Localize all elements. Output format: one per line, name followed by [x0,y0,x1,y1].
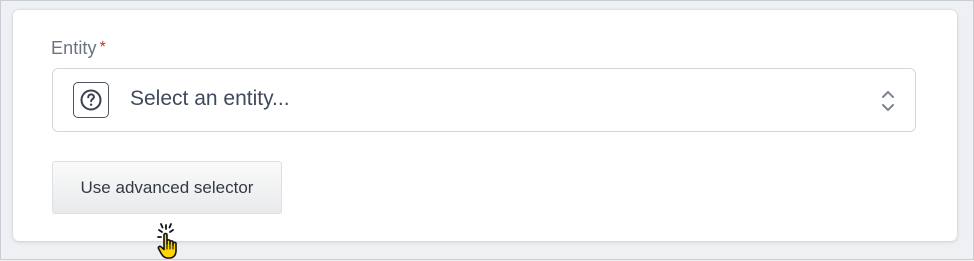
entity-form-card: Entity * Select an entity... Use advanced… [13,10,957,241]
pointer-hand-click-icon [157,223,177,259]
entity-select-placeholder: Select an entity... [130,87,290,110]
entity-select[interactable]: Select an entity... [52,68,916,132]
window-frame: Entity * Select an entity... Use advanced… [0,0,974,260]
entity-field-label: Entity * [51,38,106,59]
use-advanced-selector-button[interactable]: Use advanced selector [52,161,282,214]
required-marker: * [99,39,106,56]
chevron-up-down-icon [882,91,894,111]
entity-label-text: Entity [51,38,97,58]
question-circle-icon [73,82,109,118]
